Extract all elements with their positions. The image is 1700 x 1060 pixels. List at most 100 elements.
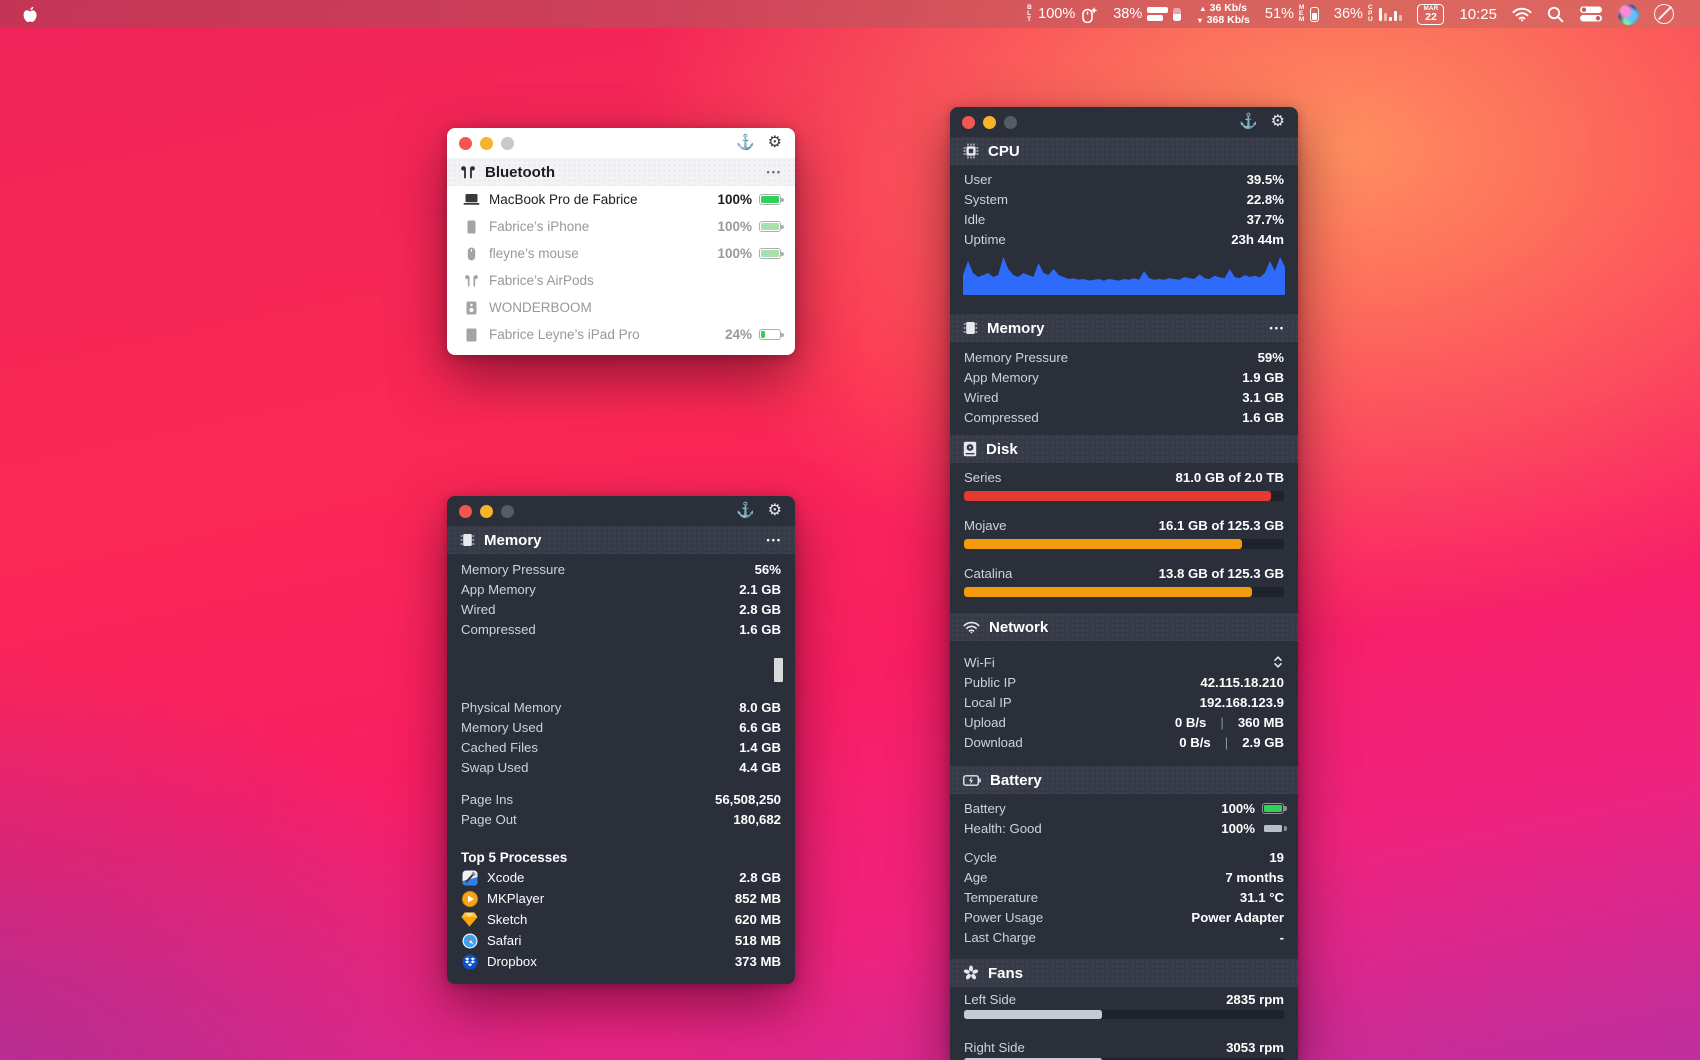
minimize-button[interactable]: [983, 116, 996, 129]
disk-panels-icon: [1147, 7, 1168, 21]
stat-row: Compressed1.6 GB: [950, 407, 1298, 427]
phone-icon: [461, 220, 481, 234]
menubar-clock[interactable]: 10:25: [1459, 6, 1497, 23]
tablet-icon: [461, 328, 481, 342]
stat-row: System22.8%: [950, 189, 1298, 209]
fan-row: Right Side3053 rpm: [950, 1037, 1298, 1057]
bluetooth-tag: BLT: [1027, 5, 1033, 23]
device-row-airpods[interactable]: Fabrice’s AirPods: [447, 267, 795, 294]
device-row-ipad[interactable]: Fabrice Leyne’s iPad Pro 24%: [447, 321, 795, 348]
zoom-button[interactable]: [501, 505, 514, 518]
memory-menu-dots[interactable]: •••: [767, 535, 782, 545]
minimize-button[interactable]: [480, 137, 493, 150]
disk-bar: [964, 539, 1284, 549]
mkplayer-icon: [461, 890, 478, 907]
process-value: 852 MB: [735, 891, 781, 906]
menubar-disk[interactable]: 38%: [1113, 6, 1181, 22]
wifi-interface-row[interactable]: Wi-Fi: [950, 652, 1298, 672]
stat-row: App Memory2.1 GB: [447, 579, 795, 599]
memory-menu-dots[interactable]: •••: [1270, 323, 1285, 333]
menubar-search[interactable]: [1547, 6, 1564, 23]
disk-volume-row: Mojave16.1 GB of 125.3 GB: [950, 515, 1298, 535]
cpu-section-title: CPU: [988, 143, 1020, 160]
gear-icon[interactable]: ⚙: [768, 132, 782, 154]
battery-section-title: Battery: [990, 772, 1042, 789]
download-rate: 368 Kb/s: [1207, 15, 1250, 26]
battery-health-row: Health: Good 100%: [950, 818, 1298, 838]
zoom-button[interactable]: [1004, 116, 1017, 129]
stat-row: Cycle19: [950, 847, 1298, 867]
transfer-row: Upload 0 B/s|360 MB: [950, 712, 1298, 732]
memory-pressure-graph: [447, 643, 795, 689]
apple-menu[interactable]: [22, 6, 37, 23]
close-button[interactable]: [459, 505, 472, 518]
menu-bar: BLT 100% 38% ▲36 Kb/s ▼368 Kb/s 51% MEM …: [0, 0, 1700, 28]
battery-section-header: Battery: [950, 766, 1298, 794]
bluetooth-titlebar: ⚓ ⚙: [447, 128, 795, 158]
xcode-icon: [461, 869, 478, 886]
dropbox-icon: [461, 953, 478, 970]
cpu-bars-icon: [1379, 7, 1403, 21]
wifi-icon: [1512, 7, 1532, 22]
stat-row: Temperature31.1 °C: [950, 887, 1298, 907]
stat-row: Cached Files1.4 GB: [447, 737, 795, 757]
bluetooth-header: Bluetooth •••: [447, 158, 795, 186]
stat-row: Wired3.1 GB: [950, 387, 1298, 407]
gear-icon[interactable]: ⚙: [1271, 111, 1285, 133]
memory-title: Memory: [484, 532, 542, 549]
stat-row: Memory Pressure56%: [447, 559, 795, 579]
menubar-memory[interactable]: 51% MEM: [1265, 5, 1319, 23]
fan-icon: [963, 965, 979, 981]
menubar-siri[interactable]: [1618, 4, 1639, 25]
device-row-wonderboom[interactable]: WONDERBOOM: [447, 294, 795, 321]
process-row-safari[interactable]: Safari 518 MB: [447, 930, 795, 951]
cpu-history-graph: [963, 255, 1285, 295]
process-name: Safari: [487, 933, 521, 948]
chevron-up-down-icon[interactable]: [1272, 655, 1284, 669]
stat-row: App Memory1.9 GB: [950, 367, 1298, 387]
fans-section-title: Fans: [988, 965, 1023, 982]
menubar-calendar[interactable]: MAR 22: [1417, 4, 1444, 25]
process-value: 2.8 GB: [739, 870, 781, 885]
stat-row: Last Charge-: [950, 927, 1298, 947]
sketch-icon: [461, 911, 478, 928]
memory-chip-icon: [963, 320, 978, 336]
menubar-do-not-disturb[interactable]: [1654, 4, 1674, 24]
cpu-chip-icon: [963, 143, 979, 159]
menubar-network[interactable]: ▲36 Kb/s ▼368 Kb/s: [1196, 3, 1250, 26]
menubar-wifi[interactable]: [1512, 7, 1532, 22]
device-row-mouse[interactable]: fleyne’s mouse 100%: [447, 240, 795, 267]
stat-row: Swap Used4.4 GB: [447, 757, 795, 777]
pin-anchor-icon[interactable]: ⚓: [736, 500, 755, 522]
gear-icon[interactable]: ⚙: [768, 500, 782, 522]
laptop-icon: [461, 193, 481, 206]
device-row-iphone[interactable]: Fabrice’s iPhone 100%: [447, 213, 795, 240]
zoom-button[interactable]: [501, 137, 514, 150]
process-row-sketch[interactable]: Sketch 620 MB: [447, 909, 795, 930]
apple-logo-icon: [22, 6, 37, 23]
fans-section-header: Fans: [950, 959, 1298, 987]
process-row-mkplayer[interactable]: MKPlayer 852 MB: [447, 888, 795, 909]
disk-volume-row: Series81.0 GB of 2.0 TB: [950, 467, 1298, 487]
menubar-cpu[interactable]: 36% CPU: [1334, 5, 1403, 23]
device-battery-pct: 100%: [717, 192, 752, 207]
pin-anchor-icon[interactable]: ⚓: [1239, 111, 1258, 133]
menubar-bluetooth-battery[interactable]: BLT 100%: [1027, 5, 1098, 23]
device-row-macbook[interactable]: MacBook Pro de Fabrice 100%: [447, 186, 795, 213]
bluetooth-menu-dots[interactable]: •••: [767, 167, 782, 177]
disk-value: 38%: [1113, 6, 1142, 22]
stat-row: Local IP192.168.123.9: [950, 692, 1298, 712]
process-name: Sketch: [487, 912, 527, 927]
process-row-dropbox[interactable]: Dropbox 373 MB: [447, 951, 795, 972]
pin-anchor-icon[interactable]: ⚓: [736, 132, 755, 154]
memory-tag: MEM: [1299, 5, 1305, 23]
device-battery-pct: 100%: [717, 246, 752, 261]
process-value: 373 MB: [735, 954, 781, 969]
disk-icon: [963, 441, 977, 457]
menubar-control-center[interactable]: [1579, 5, 1603, 23]
process-row-xcode[interactable]: Xcode 2.8 GB: [447, 867, 795, 888]
memory-section-title: Memory: [987, 320, 1045, 337]
close-button[interactable]: [962, 116, 975, 129]
close-button[interactable]: [459, 137, 472, 150]
minimize-button[interactable]: [480, 505, 493, 518]
